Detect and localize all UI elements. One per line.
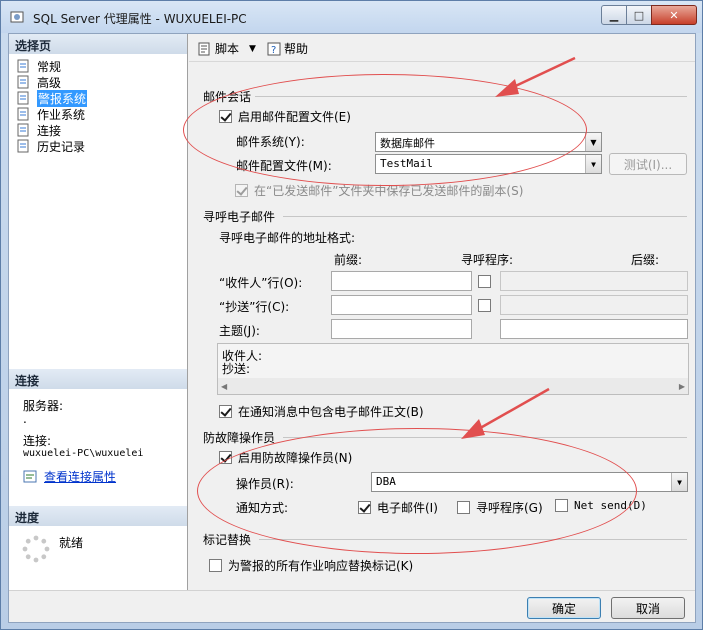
progress-header: 进度: [9, 506, 187, 526]
page-item-history[interactable]: 历史记录: [17, 138, 85, 154]
page-item-label: 历史记录: [37, 139, 86, 154]
dialog-window: SQL Server 代理属性 - WUXUELEI-PC ▁ □ ✕ 选择页 …: [0, 0, 703, 630]
maximize-icon: □: [633, 8, 645, 22]
window-title: SQL Server 代理属性 - WUXUELEI-PC: [33, 12, 247, 26]
subject-prefix-input[interactable]: [331, 319, 472, 339]
page-item-job-system[interactable]: 作业系统: [17, 106, 85, 122]
dialog-client: 选择页 常规 高级 警报系统 作业系统 连接 历史记录 连接 服务器: . 连接…: [8, 33, 696, 623]
subject-suffix-input[interactable]: [500, 319, 688, 339]
page-item-label: 高级: [37, 75, 62, 90]
help-icon: ?: [267, 42, 281, 56]
dropdown-arrow-icon: ▼: [585, 133, 601, 151]
left-pane: 选择页 常规 高级 警报系统 作业系统 连接 历史记录 连接 服务器: . 连接…: [9, 34, 188, 590]
test-button[interactable]: 测试(I)...: [609, 153, 687, 175]
page-item-connection[interactable]: 连接: [17, 122, 61, 138]
col-suffix-label: 后缀:: [631, 253, 660, 267]
dropdown-arrow-icon: ▼: [585, 155, 601, 173]
title-bar: SQL Server 代理属性 - WUXUELEI-PC ▁ □ ✕: [1, 1, 702, 33]
page-icon: [17, 107, 29, 121]
page-item-label: 连接: [37, 123, 62, 138]
col-pager-label: 寻呼程序:: [461, 253, 514, 267]
checkbox-box: [219, 405, 232, 418]
failsafe-title: 防故障操作员: [203, 431, 276, 445]
close-icon: ✕: [669, 8, 679, 22]
view-connection-link: 查看连接属性: [44, 470, 117, 484]
to-pager-checkbox[interactable]: [478, 275, 491, 288]
to-prefix-input[interactable]: [331, 271, 472, 291]
cc-suffix-input[interactable]: [500, 295, 688, 315]
toolbar: 脚本 ▼ ? 帮助: [189, 34, 695, 62]
page-icon: [17, 91, 29, 105]
script-button[interactable]: 脚本 ▼: [197, 40, 256, 57]
cc-pager-checkbox[interactable]: [478, 299, 491, 312]
select-page-header: 选择页: [9, 34, 187, 54]
sql-agent-icon: [10, 11, 24, 23]
script-icon: [198, 42, 210, 55]
annotation-ellipse: [197, 428, 637, 554]
close-button[interactable]: ✕: [651, 5, 697, 25]
checkbox-box: [209, 559, 222, 572]
cancel-button[interactable]: 取消: [611, 597, 685, 619]
col-prefix-label: 前缀:: [334, 253, 363, 267]
page-item-advanced[interactable]: 高级: [17, 74, 61, 90]
properties-icon: [23, 470, 37, 482]
pager-format-label: 寻呼电子邮件的地址格式:: [219, 231, 356, 245]
minimize-button[interactable]: ▁: [601, 5, 627, 25]
page-item-general[interactable]: 常规: [17, 58, 61, 74]
dropdown-arrow-icon: ▼: [249, 43, 256, 54]
server-value: .: [23, 412, 27, 426]
right-pane: 脚本 ▼ ? 帮助 邮件会话 启用邮件配置文件(E) 邮件系统(Y): 数据库邮…: [183, 34, 695, 590]
page-item-label: 作业系统: [37, 107, 86, 122]
server-label: 服务器:: [23, 399, 64, 413]
cc-line-label: “抄送”行(C):: [219, 300, 290, 314]
maximize-button[interactable]: □: [626, 5, 652, 25]
divider: [283, 216, 687, 217]
preview-cc: 抄送:: [222, 362, 251, 376]
token-replacement-title: 标记替换: [203, 533, 252, 547]
help-button[interactable]: ? 帮助: [267, 40, 308, 57]
svg-text:?: ?: [271, 45, 276, 56]
scroll-left-icon: ◀: [221, 381, 228, 391]
page-item-alert-system[interactable]: 警报系统: [17, 89, 88, 107]
page-icon: [17, 75, 29, 89]
include-body-label: 在通知消息中包含电子邮件正文(B): [238, 405, 424, 419]
page-item-label: 常规: [37, 59, 62, 74]
page-item-label: 警报系统: [37, 89, 88, 107]
ok-button[interactable]: 确定: [527, 597, 601, 619]
subject-label: 主题(J):: [219, 324, 260, 338]
connection-header: 连接: [9, 369, 187, 389]
to-line-label: “收件人”行(O):: [219, 276, 303, 290]
checkbox-box: [235, 184, 248, 197]
progress-status: 就绪: [59, 536, 84, 550]
page-icon: [17, 139, 29, 153]
connection-label: 连接:: [23, 434, 52, 448]
progress-spinner-icon: [22, 535, 50, 563]
script-label: 脚本: [215, 42, 240, 56]
scroll-right-icon: ▶: [678, 381, 685, 391]
annotation-arrow-icon: [495, 56, 576, 97]
annotation-arrow-icon: [461, 387, 550, 439]
dialog-footer: 确定 取消: [9, 590, 695, 624]
connection-value: wuxuelei-PC\wuxuelei: [23, 448, 144, 459]
page-icon: [17, 59, 29, 73]
include-body-checkbox[interactable]: 在通知消息中包含电子邮件正文(B): [219, 403, 424, 420]
minimize-icon: ▁: [609, 8, 619, 22]
pager-email-title: 寻呼电子邮件: [203, 210, 276, 224]
to-suffix-input[interactable]: [500, 271, 688, 291]
replace-tokens-checkbox[interactable]: 为警报的所有作业响应替换标记(K): [209, 557, 413, 574]
replace-tokens-label: 为警报的所有作业响应替换标记(K): [228, 559, 414, 573]
view-connection-properties[interactable]: 查看连接属性: [23, 468, 116, 485]
cc-prefix-input[interactable]: [331, 295, 472, 315]
help-label: 帮助: [284, 42, 309, 56]
page-icon: [17, 123, 29, 137]
dropdown-arrow-icon: ▼: [671, 473, 687, 491]
